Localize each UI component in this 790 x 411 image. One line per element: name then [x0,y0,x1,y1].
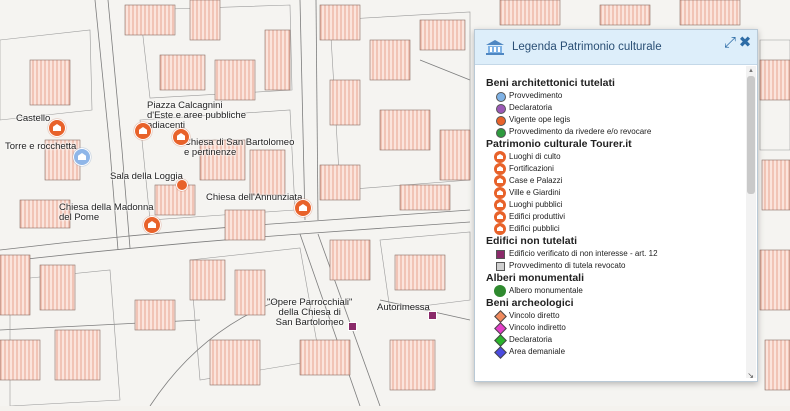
legend-section-title: Patrimonio culturale Tourer.it [486,138,632,150]
green-dot-icon [496,128,506,138]
public-place-poi-icon [494,199,506,211]
map-label-piazza: Piazza Calcagnini d'Este e aree pubblich… [147,100,246,131]
blue-diamond-icon [494,346,507,359]
map-label-castello: Castello [16,113,51,124]
heritage-building-icon [486,40,504,55]
map-label-autorimessa: Autorimessa [377,302,430,313]
legend-item-label: Provvedimento di tutela revocato [509,261,626,270]
legend-item: Fortificazioni [475,163,745,175]
legend-section-title: Beni archeologici [486,297,574,309]
orange-dot-icon [496,116,506,126]
magenta-diamond-icon [494,322,507,335]
legend-item: Vincolo diretto [475,310,745,323]
legend-item-label: Vigente ope legis [509,115,571,124]
legend-item: Declaratoria [475,102,745,114]
legend-item-label: Fortificazioni [509,164,554,173]
close-x-icon[interactable]: ✖ [737,35,753,51]
poi-torre-icon[interactable] [73,148,91,166]
factory-poi-icon [494,211,506,223]
villa-poi-icon [494,187,506,199]
legend-item-label: Declaratoria [509,103,553,112]
public-building-poi-icon [494,223,506,235]
legend-title: Legenda Patrimonio culturale [512,41,662,53]
legend-section-title: Alberi monumentali [486,272,585,284]
map-label-torre: Torre e rocchetta [5,141,77,152]
map-label-loggia: Sala della Loggia [110,171,183,182]
legend-item-label: Albero monumentale [509,286,583,295]
poi-loggia-icon[interactable] [176,179,188,191]
legend-item-label: Vincolo diretto [509,311,560,320]
poi-chiesa-bartolomeo-icon[interactable] [172,128,190,146]
legend-item: Case e Palazzi [475,175,745,187]
map-label-chiesa-bartolomeo: Chiesa di San Bartolomeo e pertinenze [184,137,295,158]
autorimessa-marker[interactable] [428,311,437,320]
blue-dot-icon [496,92,506,102]
map-label-annunziata: Chiesa dell'Annunziata [206,192,303,203]
legend-section-title: Beni architettonici tutelati [486,77,615,89]
legend-item-label: Case e Palazzi [509,176,563,185]
scroll-up-icon[interactable]: ▲ [747,67,755,75]
map-label-opere: "Opere Parrocchiali" della Chiesa di San… [267,297,353,328]
legend-item-label: Area demaniale [509,347,566,356]
purple-square-icon [496,250,505,259]
church-poi-icon [494,151,506,163]
legend-item: Edifici pubblici [475,223,745,235]
legend-item: Albero monumentale [475,285,745,297]
legend-header: Legenda Patrimonio culturale ⤢ ✖ [475,30,757,65]
poi-piazza-icon[interactable] [134,122,152,140]
collapse-arrows-icon[interactable]: ⤢ [722,35,738,51]
legend-item: Declaratoria [475,334,745,347]
legend-item: Provvedimento [475,90,745,102]
legend-item-label: Luoghi pubblici [509,200,563,209]
resize-handle-icon[interactable]: ↘ [747,371,754,380]
opere-parrocchiali-marker[interactable] [348,322,357,331]
legend-scrollbar[interactable]: ▲ [746,66,756,378]
legend-item-label: Edificio verificato di non interesse - a… [509,249,658,258]
poi-annunziata-icon[interactable] [294,199,312,217]
tree-icon [494,285,506,297]
purple-dot-icon [496,104,506,114]
map-label-madonna: Chiesa della Madonna del Pome [59,202,154,223]
legend-section-title: Edifici non tutelati [486,235,577,247]
legend-panel: Legenda Patrimonio culturale ⤢ ✖ Beni ar… [474,29,758,382]
legend-body[interactable]: Beni architettonici tutelati Provvedimen… [475,65,745,380]
orange-diamond-icon [494,310,507,323]
scrollbar-thumb[interactable] [747,76,755,194]
legend-item-label: Vincolo indiretto [509,323,566,332]
palace-poi-icon [494,175,506,187]
legend-item: Provvedimento da rivedere e/o revocare [475,126,745,138]
legend-item-label: Provvedimento [509,91,563,100]
grey-square-icon [496,262,505,271]
poi-madonna-icon[interactable] [143,216,161,234]
legend-item: Luoghi pubblici [475,199,745,211]
legend-item: Ville e Giardini [475,187,745,199]
legend-item-label: Ville e Giardini [509,188,561,197]
legend-item-label: Luoghi di culto [509,152,561,161]
legend-item: Edifici produttivi [475,211,745,223]
legend-item: Vincolo indiretto [475,322,745,335]
legend-item: Provvedimento di tutela revocato [475,260,745,272]
legend-item-label: Provvedimento da rivedere e/o revocare [509,127,652,136]
legend-item-label: Edifici produttivi [509,212,566,221]
legend-item-label: Declaratoria [509,335,553,344]
fortification-poi-icon [494,163,506,175]
green-diamond-icon [494,334,507,347]
poi-castello-icon[interactable] [48,119,66,137]
legend-item: Area demaniale [475,346,745,359]
legend-item: Luoghi di culto [475,151,745,163]
legend-item: Vigente ope legis [475,114,745,126]
legend-item-label: Edifici pubblici [509,224,560,233]
legend-item: Edificio verificato di non interesse - a… [475,248,745,260]
